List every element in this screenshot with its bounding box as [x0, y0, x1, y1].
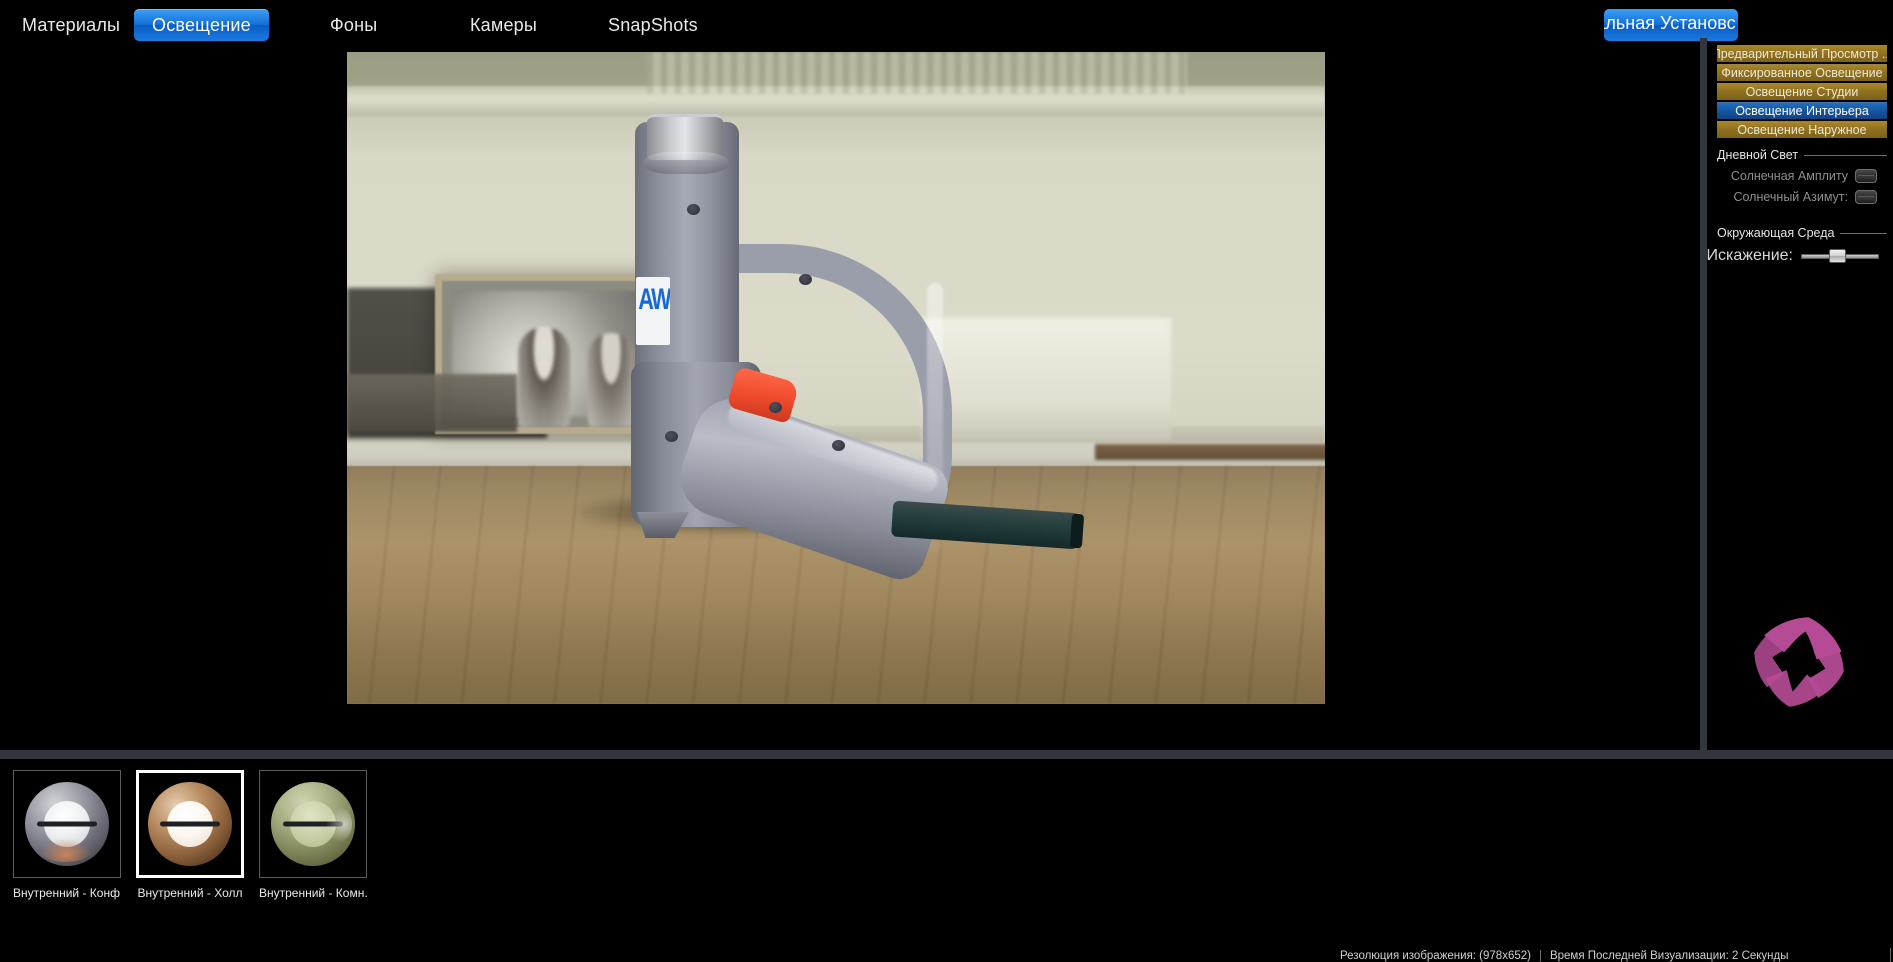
initial-setup-label: чальная Установс: [1604, 13, 1738, 34]
group-rule: [1804, 155, 1887, 156]
daylight-group-header: Дневной Свет: [1717, 148, 1887, 162]
tab-label: SnapShots: [608, 15, 698, 36]
sun-azimuth-row: Солнечный Азимут:: [1717, 190, 1887, 204]
env-preview-sphere: [271, 782, 355, 866]
preset-label: Фиксированное Освещение: [1721, 66, 1882, 80]
top-tab-bar: Материалы Освещение Фоны Камеры SnapShot…: [0, 0, 1893, 52]
tab-cameras[interactable]: Камеры: [452, 9, 555, 41]
gun-screw: [799, 274, 812, 285]
tab-label: Фоны: [330, 15, 377, 36]
sphere-band: [37, 822, 97, 827]
group-rule: [1840, 233, 1887, 234]
preset-label: Предварительный Просмотр ...: [1717, 47, 1887, 61]
status-bar: Резолюция изображения: (978x652) | Время…: [1340, 948, 1893, 962]
preset-label: Освещение Интерьера: [1735, 104, 1869, 118]
application-window: Материалы Освещение Фоны Камеры SnapShot…: [0, 0, 1893, 962]
tab-snapshots[interactable]: SnapShots: [590, 9, 716, 41]
tab-label: Камеры: [470, 15, 537, 36]
initial-setup-button[interactable]: чальная Установс: [1604, 9, 1738, 41]
thumb-frame: [136, 770, 244, 878]
thumb-frame: [13, 770, 121, 878]
keyshot-logo: [1747, 610, 1851, 714]
render-time-status: Время Последней Визуализации: 2 Секунды: [1550, 950, 1789, 962]
environment-group-header: Окружающая Среда: [1717, 226, 1887, 240]
environment-group: Окружающая Среда Искажение:: [1717, 226, 1887, 265]
panel-divider-horizontal[interactable]: [0, 750, 1893, 759]
status-edge: [1890, 948, 1891, 962]
sun-azimuth-label: Солнечный Азимут:: [1733, 190, 1848, 204]
panel-divider-vertical[interactable]: [1700, 38, 1707, 750]
preset-label: Освещение Наружное: [1737, 123, 1866, 137]
gun-screw: [665, 431, 678, 442]
tab-lighting[interactable]: Освещение: [134, 9, 269, 41]
preset-preview[interactable]: Предварительный Просмотр ...: [1717, 45, 1887, 62]
lighting-panel: Предварительный Просмотр ... Фиксированн…: [1707, 45, 1893, 750]
sun-amplitude-row: Солнечная Амплиту: [1717, 169, 1887, 183]
gun-brand-sticker: AWG: [636, 277, 670, 345]
environment-library: Внутренний - Конф... Внутренний - Холл: [0, 759, 1893, 962]
tab-label: Материалы: [22, 15, 120, 36]
sphere-band: [160, 822, 220, 827]
gun-screw: [832, 440, 845, 451]
status-separator: |: [1539, 950, 1542, 962]
env-thumb-conference[interactable]: Внутренний - Конф...: [13, 770, 121, 900]
gun-barrel-highlight: [643, 152, 729, 174]
env-preview-sphere: [25, 782, 109, 866]
sun-azimuth-knob[interactable]: [1855, 190, 1877, 204]
gun-nozzle-tip: [1070, 514, 1084, 549]
tab-label: Освещение: [152, 15, 251, 36]
preset-fixed-lighting[interactable]: Фиксированное Освещение: [1717, 64, 1887, 81]
sphere-band: [283, 822, 343, 827]
sun-amplitude-label: Солнечная Амплиту: [1731, 169, 1848, 183]
distortion-slider[interactable]: [1801, 249, 1879, 263]
heat-gun-model: AWG: [347, 52, 1325, 704]
render-stage: AWG: [0, 52, 1700, 750]
distortion-row: Искажение:: [1717, 247, 1887, 265]
env-thumb-label: Внутренний - Комн...: [259, 886, 367, 900]
tab-materials[interactable]: Материалы: [4, 9, 138, 41]
env-thumb-label: Внутренний - Холл: [136, 886, 244, 900]
gun-screw: [687, 204, 700, 215]
preset-interior-lighting[interactable]: Освещение Интерьера: [1717, 102, 1887, 119]
tab-backgrounds[interactable]: Фоны: [312, 9, 395, 41]
distortion-label: Искажение:: [1707, 247, 1793, 265]
thumb-frame: [259, 770, 367, 878]
preset-exterior-lighting[interactable]: Освещение Наружное: [1717, 121, 1887, 138]
daylight-title: Дневной Свет: [1717, 148, 1798, 162]
slider-thumb[interactable]: [1829, 249, 1846, 263]
resolution-status: Резолюция изображения: (978x652): [1340, 950, 1531, 962]
env-thumb-label: Внутренний - Конф...: [13, 886, 121, 900]
render-viewport[interactable]: AWG: [347, 52, 1325, 704]
daylight-group: Дневной Свет Солнечная Амплиту Солнечный…: [1717, 148, 1887, 204]
sun-amplitude-knob[interactable]: [1855, 169, 1877, 183]
environment-title: Окружающая Среда: [1717, 226, 1834, 240]
preset-studio-lighting[interactable]: Освещение Студии: [1717, 83, 1887, 100]
env-thumb-room[interactable]: Внутренний - Комн...: [259, 770, 367, 900]
preset-label: Освещение Студии: [1746, 85, 1859, 99]
thumbnail-strip: Внутренний - Конф... Внутренний - Холл: [13, 770, 367, 900]
env-preview-sphere: [148, 782, 232, 866]
gun-screw: [769, 402, 782, 413]
env-thumb-hall[interactable]: Внутренний - Холл: [136, 770, 244, 900]
